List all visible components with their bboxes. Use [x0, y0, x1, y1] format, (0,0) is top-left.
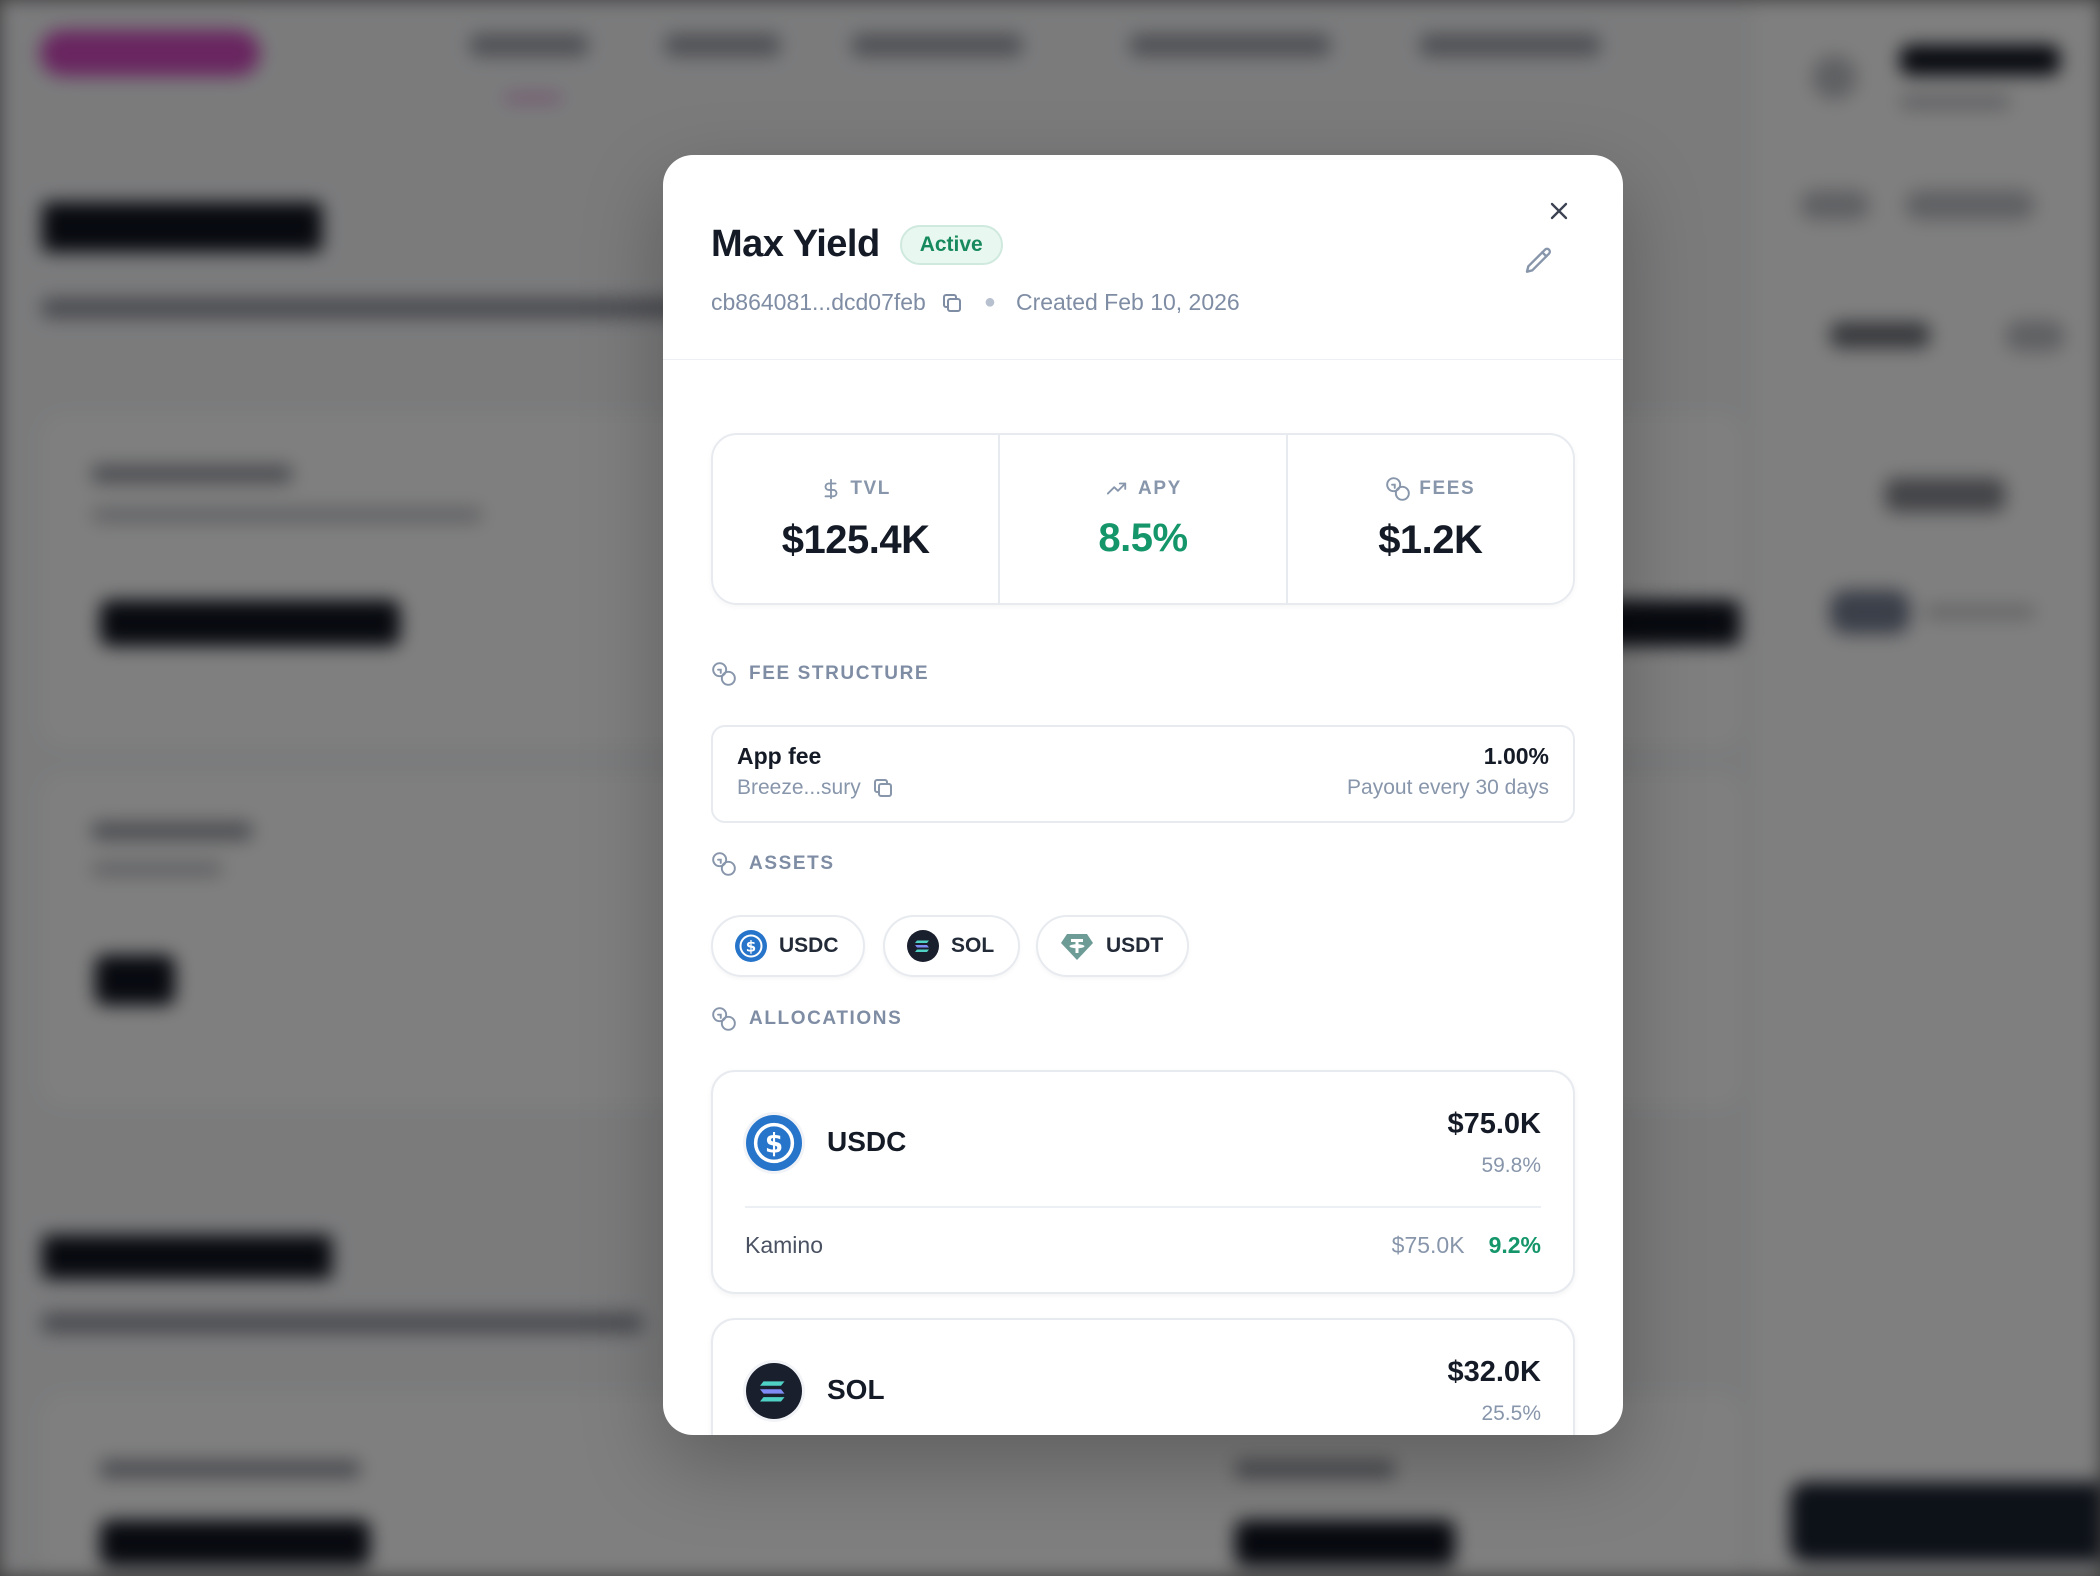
asset-chip-usdt[interactable]: USDT [1036, 915, 1190, 977]
stat-fees-value: $1.2K [1378, 517, 1483, 562]
strategy-details-modal: Max Yield Active cb864081...dcd07feb ● C… [663, 155, 1623, 1435]
allocation-amount: $75.0K [1447, 1108, 1541, 1140]
modal-header: Max Yield Active cb864081...dcd07feb ● C… [663, 155, 1623, 360]
allocation-symbol: SOL [827, 1374, 885, 1405]
fee-structure-heading: FEE STRUCTURE [711, 661, 929, 687]
sol-icon [743, 1360, 805, 1422]
allocation-symbol: USDC [827, 1126, 907, 1157]
divider [745, 1206, 1541, 1208]
asset-chip-sol[interactable]: SOL [883, 915, 1021, 977]
allocation-share: 59.8% [1481, 1154, 1541, 1177]
stat-apy: APY 8.5% [998, 435, 1285, 603]
protocol-row: Kamino $75.0K 9.2% [745, 1232, 1541, 1259]
coins-icon [1386, 476, 1411, 501]
allocations-label: ALLOCATIONS [749, 1008, 903, 1029]
asset-chip-label: USDC [779, 934, 839, 957]
stat-fees: FEES $1.2K [1285, 435, 1573, 603]
protocol-amount: $75.0K [1391, 1232, 1465, 1258]
coins-icon [712, 852, 736, 876]
fee-card: App fee Breeze...sury 1.00% Payout every… [711, 725, 1575, 823]
asset-chips: $ USDC SOL USDT [711, 915, 1575, 979]
fee-title: App fee [737, 743, 822, 769]
trending-up-icon [1106, 482, 1127, 494]
allocation-share: 25.5% [1481, 1402, 1541, 1425]
coins-icon [712, 1007, 736, 1031]
stat-fees-label: FEES [1419, 477, 1476, 499]
allocation-card-header: $ USDC $75.0K 59.8% [713, 1072, 1573, 1206]
assets-heading: ASSETS [711, 851, 835, 877]
status-badge: Active [899, 224, 1003, 265]
fee-payout: Payout every 30 days [1347, 776, 1549, 799]
stat-apy-label: APY [1138, 477, 1182, 499]
protocol-values: $75.0K 9.2% [1392, 1232, 1541, 1259]
stat-fees-label-row: FEES [1385, 476, 1475, 502]
separator-dot-icon: ● [983, 291, 996, 313]
edit-button[interactable] [1515, 237, 1563, 285]
stat-apy-value: 8.5% [1098, 515, 1188, 560]
close-button[interactable] [1535, 187, 1583, 235]
fee-structure-label: FEE STRUCTURE [749, 663, 930, 684]
modal-body: TVL $125.4K APY 8.5% FEES $1.2K FEE STRU… [711, 433, 1575, 1435]
close-icon [1550, 202, 1568, 220]
allocations-heading: ALLOCATIONS [711, 1006, 902, 1032]
fee-left: App fee Breeze...sury [737, 743, 895, 805]
sol-icon [907, 930, 939, 962]
created-date: Created Feb 10, 2026 [1015, 289, 1240, 315]
fee-address: Breeze...sury [737, 776, 861, 799]
usdt-icon [1061, 934, 1093, 960]
copy-fee-address-icon[interactable] [871, 776, 895, 800]
allocation-card-sol[interactable]: SOL $32.0K 25.5% [711, 1318, 1575, 1435]
protocol-apy: 9.2% [1488, 1232, 1541, 1258]
asset-chip-label: SOL [951, 934, 995, 957]
stat-tvl: TVL $125.4K [713, 435, 998, 603]
dollar-icon [824, 478, 838, 499]
allocation-card-usdc[interactable]: $ USDC $75.0K 59.8% Kamino $75.0K 9.2% [711, 1070, 1575, 1294]
meta-row: cb864081...dcd07feb ● Created Feb 10, 20… [711, 289, 1240, 316]
stat-tvl-value: $125.4K [781, 517, 930, 562]
protocol-name: Kamino [745, 1232, 823, 1258]
asset-chip-usdc[interactable]: $ USDC [711, 915, 865, 977]
title-row: Max Yield Active [711, 223, 1003, 266]
asset-chip-label: USDT [1106, 934, 1164, 957]
stat-apy-label-row: APY [1104, 478, 1182, 500]
fee-right: 1.00% Payout every 30 days [1347, 743, 1549, 805]
allocation-amount: $32.0K [1447, 1356, 1541, 1388]
svg-text:$: $ [746, 938, 756, 956]
stat-tvl-label: TVL [850, 477, 891, 499]
allocation-card-header: SOL $32.0K 25.5% [713, 1320, 1573, 1435]
pencil-icon [1525, 247, 1552, 273]
assets-label: ASSETS [749, 853, 835, 874]
stat-tvl-label-row: TVL [820, 476, 891, 502]
fee-address-row: Breeze...sury [737, 776, 895, 800]
strategy-address: cb864081...dcd07feb [711, 289, 926, 315]
stats-card: TVL $125.4K APY 8.5% FEES $1.2K [711, 433, 1575, 605]
usdc-icon: $ [735, 930, 767, 962]
strategy-title: Max Yield [711, 223, 880, 265]
copy-address-icon[interactable] [940, 291, 964, 315]
coins-icon [712, 662, 736, 686]
usdc-icon: $ [743, 1112, 805, 1174]
svg-text:$: $ [765, 1130, 783, 1160]
fee-percent: 1.00% [1483, 743, 1549, 769]
